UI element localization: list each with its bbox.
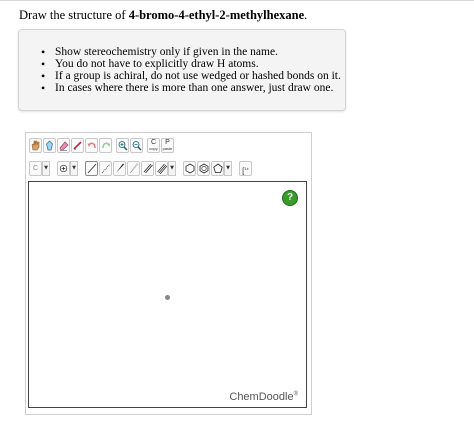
help-icon[interactable]: ? <box>282 190 298 206</box>
charge-dropdown[interactable]: ▼ <box>70 161 78 176</box>
paste-label: P <box>165 139 170 146</box>
wedge-bond-icon[interactable] <box>113 161 126 176</box>
dashed-bond-icon[interactable] <box>99 161 112 176</box>
element-button[interactable]: C <box>29 161 42 176</box>
top-divider <box>0 0 474 1</box>
instruction-item: If a group is achiral, do not use wedged… <box>41 70 341 82</box>
compound-name: 4-bromo-4-ethyl-2-methylhexane <box>128 8 305 22</box>
copy-button[interactable]: Ccopy <box>147 138 160 153</box>
instructions-panel: Show stereochemistry only if given in th… <box>18 29 346 111</box>
double-bond-icon[interactable] <box>141 161 154 176</box>
canvas-center-marker <box>165 295 170 300</box>
benzene-ring-icon[interactable] <box>197 161 210 176</box>
hand-icon[interactable] <box>29 138 42 153</box>
instructions-list: Show stereochemistry only if given in th… <box>41 46 341 94</box>
copy-label: C <box>150 139 157 146</box>
chemdoodle-brand: ChemDoodle® <box>229 391 298 403</box>
paste-sublabel: paste <box>162 146 173 151</box>
instruction-item: Show stereochemistry only if given in th… <box>41 46 341 58</box>
chemdoodle-editor: Ccopy Ppaste C ▼ ▼ ▼ ▼ [1± ? ChemDoodle® <box>25 132 312 415</box>
question-suffix: . <box>304 8 308 22</box>
zoom-in-icon[interactable] <box>116 138 129 153</box>
clear-icon[interactable] <box>71 138 84 153</box>
brand-mark: ® <box>293 391 298 398</box>
undo-icon[interactable] <box>85 138 98 153</box>
question-text: Draw the structure of 4-bromo-4-ethyl-2-… <box>19 8 307 23</box>
editor-toolbar: Ccopy Ppaste C ▼ ▼ ▼ ▼ [1± <box>26 133 311 181</box>
zoom-out-icon[interactable] <box>130 138 143 153</box>
lasso-icon[interactable] <box>43 138 56 153</box>
single-bond-icon[interactable] <box>85 161 98 176</box>
element-dropdown[interactable]: ▼ <box>42 161 50 176</box>
bond-dropdown[interactable]: ▼ <box>168 161 176 176</box>
ring-dropdown[interactable]: ▼ <box>224 161 232 176</box>
brand-text: ChemDoodle <box>229 391 294 403</box>
pentagon-ring-icon[interactable] <box>211 161 224 176</box>
hexagon-ring-icon[interactable] <box>183 161 196 176</box>
charge-icon[interactable] <box>57 161 70 176</box>
instruction-item: In cases where there is more than one an… <box>41 82 341 94</box>
bracket-button[interactable]: [1± <box>239 161 252 176</box>
instruction-item: You do not have to explicitly draw H ato… <box>41 58 341 70</box>
paste-button[interactable]: Ppaste <box>161 138 174 153</box>
copy-sublabel: copy <box>149 146 158 151</box>
bracket-superscript: 1± <box>244 166 249 171</box>
hashed-bond-icon[interactable] <box>127 161 140 176</box>
question-prefix: Draw the structure of <box>19 8 129 22</box>
drawing-canvas[interactable]: ? ChemDoodle® <box>28 181 307 408</box>
eraser-icon[interactable] <box>57 138 70 153</box>
redo-icon[interactable] <box>99 138 112 153</box>
triple-bond-icon[interactable] <box>155 161 168 176</box>
